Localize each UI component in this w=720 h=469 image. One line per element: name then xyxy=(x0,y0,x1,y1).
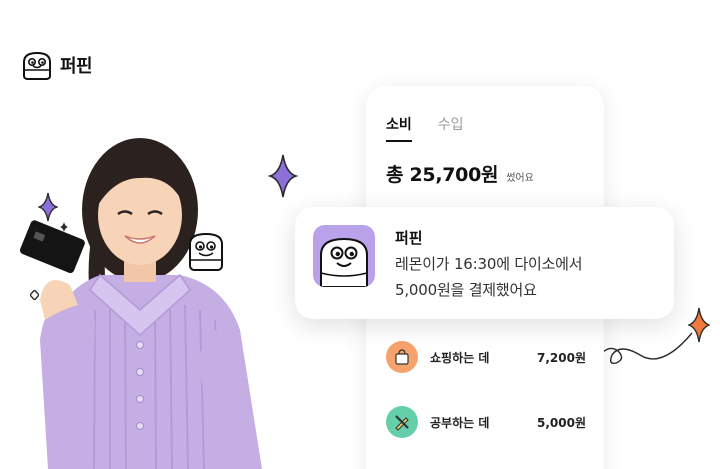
category-name: 쇼핑하는 데 xyxy=(430,350,490,365)
puffin-logo-icon xyxy=(23,51,51,80)
category-amount: 7,200원 xyxy=(537,350,586,365)
tab-spending[interactable]: 소비 xyxy=(386,114,412,142)
category-name: 공부하는 데 xyxy=(430,415,490,430)
notification-message-line1: 레몬이가 16:30에 다이소에서 xyxy=(395,255,583,273)
girl-holding-card-illustration xyxy=(20,138,262,469)
category-row-study[interactable]: 공부하는 데 5,000원 xyxy=(386,404,586,440)
total-summary: 총 25,700원 썼어요 xyxy=(386,160,534,187)
pencil-ruler-icon xyxy=(386,406,418,438)
category-row-shopping[interactable]: 쇼핑하는 데 7,200원 xyxy=(386,339,586,375)
squiggle-line-decoration xyxy=(601,332,693,365)
shopping-bag-icon xyxy=(386,341,418,373)
notification-app-name: 퍼핀 xyxy=(395,229,423,247)
brand[interactable]: 퍼핀 xyxy=(20,50,93,80)
sparkle-small-icon xyxy=(60,222,68,232)
total-suffix: 썼어요 xyxy=(506,173,534,184)
diamond-dot-icon xyxy=(30,290,39,300)
tab-bar: 소비 수입 xyxy=(386,114,464,142)
payment-notification[interactable]: 퍼핀 레몬이가 16:30에 다이소에서 5,000원을 결제했어요 xyxy=(295,207,674,319)
brand-name: 퍼핀 xyxy=(60,56,93,77)
sparkle-icon xyxy=(38,192,58,222)
total-amount: 총 25,700원 xyxy=(386,164,499,186)
category-amount: 5,000원 xyxy=(537,415,586,430)
tab-income[interactable]: 수입 xyxy=(438,114,464,142)
puffin-app-icon xyxy=(313,225,375,287)
sparkle-icon xyxy=(268,154,298,198)
notification-message-line2: 5,000원을 결제했어요 xyxy=(395,281,537,299)
